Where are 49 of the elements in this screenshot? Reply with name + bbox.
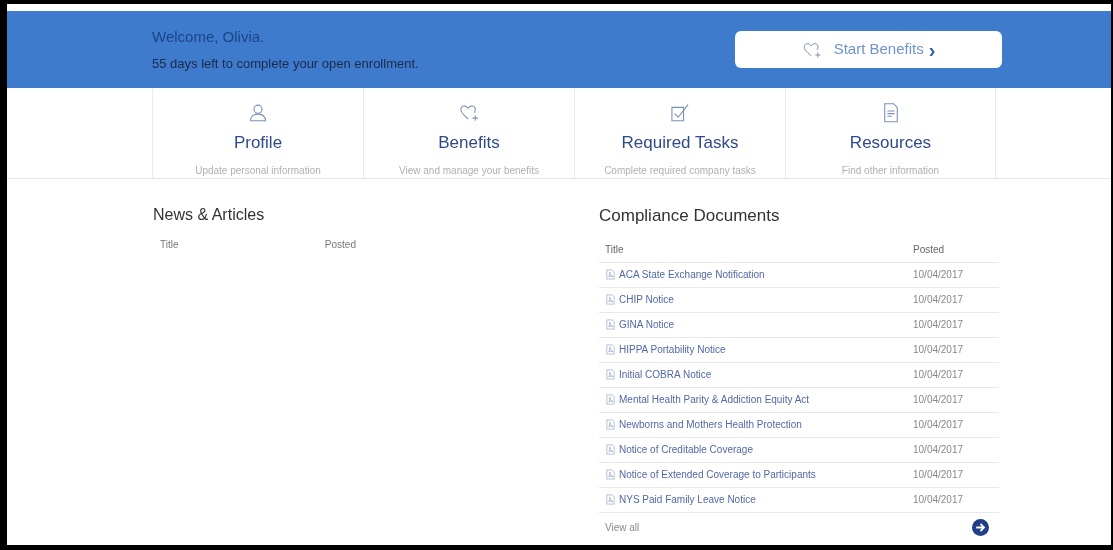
table-cell-text: 10/04/2017 (913, 368, 965, 382)
section-title: News & Articles (153, 205, 266, 225)
person-icon (247, 102, 269, 124)
table-cell-text: 10/04/2017 (913, 393, 965, 407)
document-link[interactable]: NYS Paid Family Leave Notice (605, 492, 756, 507)
table-cell-text: 10/04/2017 (913, 493, 965, 507)
document-link[interactable]: Mental Health Parity & Addiction Equity Act (605, 392, 810, 407)
start-benefits-button[interactable]: Start Benefits › (735, 31, 1002, 68)
column-header: Posted (913, 242, 946, 257)
nav-tile[interactable]: Required Tasks Complete required company tasks (574, 88, 785, 178)
document-link[interactable]: CHIP Notice (605, 292, 674, 307)
table-cell-text: 10/04/2017 (913, 293, 965, 307)
document-link[interactable]: Notice of Extended Coverage to Participants (605, 467, 816, 482)
nav-tile[interactable]: Profile Update personal information (152, 88, 363, 178)
table-cell-text: 10/04/2017 (913, 318, 965, 332)
section-title: Compliance Documents (599, 205, 781, 227)
pdf-file-icon (605, 344, 616, 355)
arrow-right-icon[interactable] (972, 519, 989, 536)
document-link[interactable]: Initial COBRA Notice (605, 367, 712, 382)
table-cell-text: 10/04/2017 (913, 443, 965, 457)
pdf-file-icon (605, 444, 616, 455)
document-link[interactable]: Notice of Creditable Coverage (605, 442, 753, 457)
column-header: Posted (324, 238, 356, 252)
pdf-file-icon (605, 394, 616, 405)
column-header: Title (605, 242, 624, 257)
chevron-icon: › (928, 39, 936, 60)
document-link[interactable]: ACA State Exchange Notification (605, 267, 765, 282)
pdf-file-icon (605, 469, 616, 480)
pdf-file-icon (605, 369, 616, 380)
column-header: Title (160, 238, 179, 252)
document-link[interactable]: HIPPA Portability Notice (605, 342, 726, 357)
welcome-text: Welcome, Olivia. (152, 26, 266, 47)
table-cell-text: 10/04/2017 (913, 268, 965, 282)
document-link[interactable]: Newborns and Mothers Health Protection (605, 417, 802, 432)
pdf-file-icon (605, 269, 616, 280)
document-link[interactable]: GINA Notice (605, 317, 675, 332)
pdf-file-icon (605, 319, 616, 330)
pdf-file-icon (605, 294, 616, 305)
heart-plus-icon (458, 102, 480, 124)
table-cell-text: 10/04/2017 (913, 343, 965, 357)
nav-tile[interactable]: Benefits View and manage your benefits (363, 88, 574, 178)
pdf-file-icon (605, 419, 616, 430)
table-cell-text: 10/04/2017 (913, 418, 965, 432)
pdf-file-icon (605, 494, 616, 505)
checkbox-icon (669, 102, 691, 124)
table-cell-text: 10/04/2017 (913, 468, 965, 482)
nav-tile[interactable]: Resources Find other information (785, 88, 996, 178)
enrollment-message: 55 days left to complete your open enrollment. (152, 55, 420, 73)
view-all-link[interactable]: View all (605, 520, 640, 535)
